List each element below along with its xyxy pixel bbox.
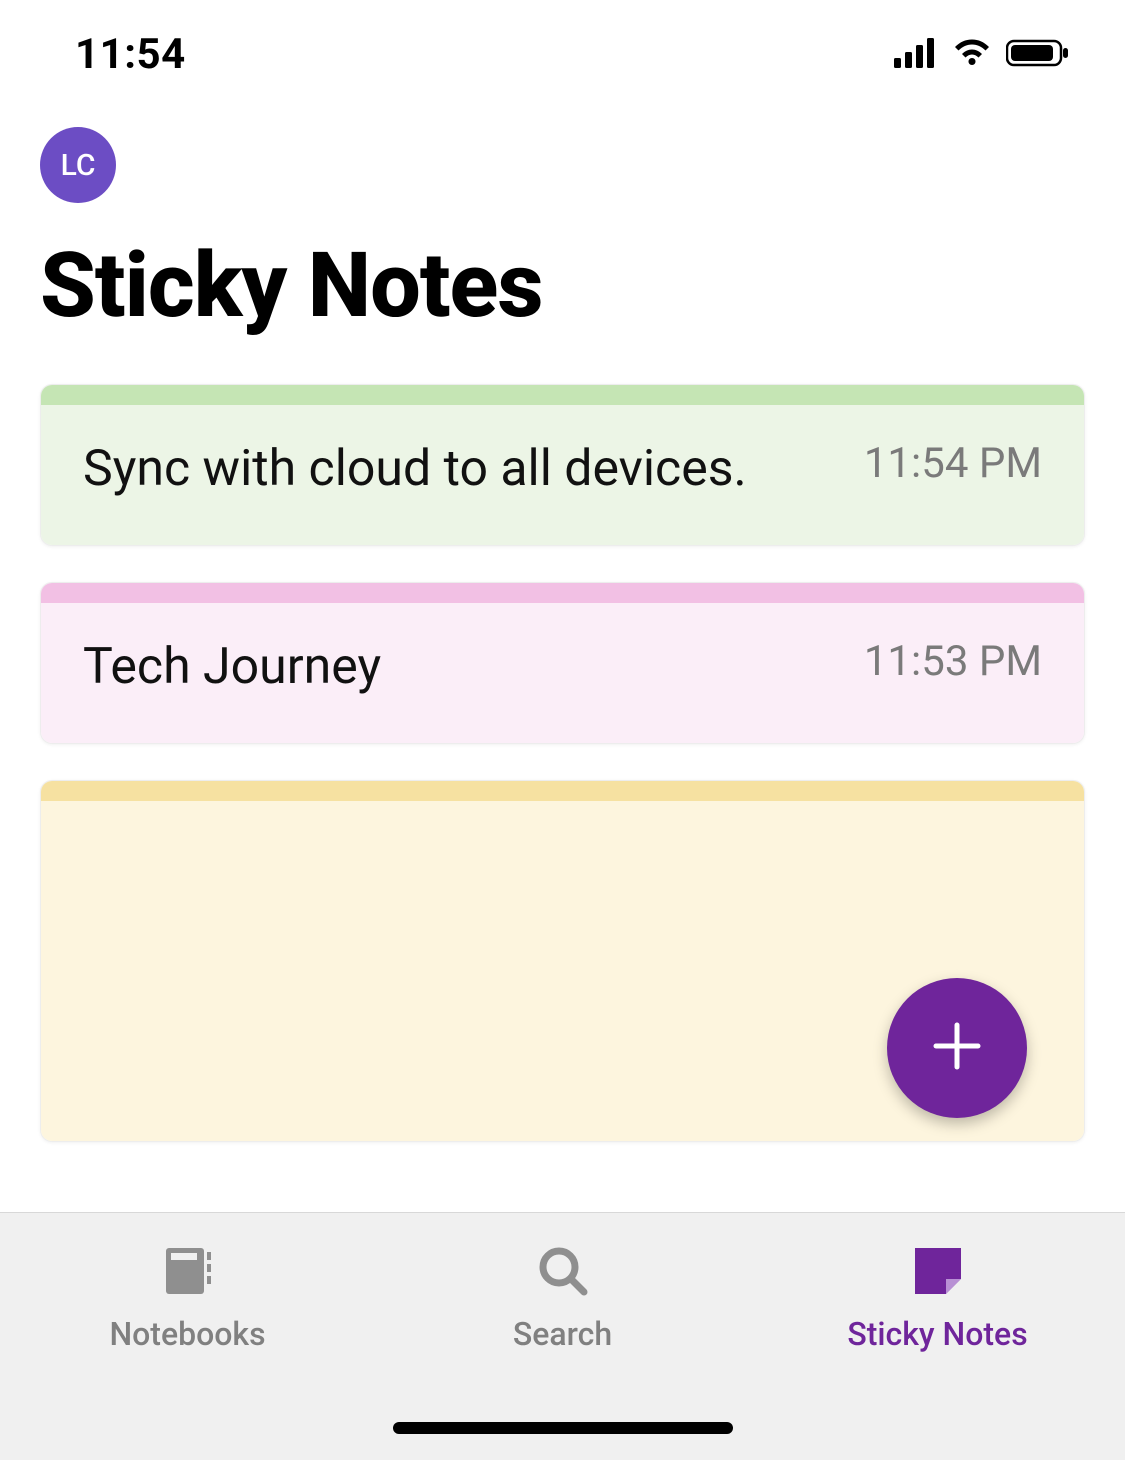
- note-text: Tech Journey: [83, 635, 834, 699]
- note-time: 11:53 PM: [864, 635, 1042, 686]
- wifi-icon: [952, 38, 992, 72]
- note-color-stripe: [41, 781, 1084, 801]
- plus-icon: [930, 1019, 984, 1077]
- page-title: Sticky Notes: [40, 233, 1085, 338]
- tab-sticky-notes[interactable]: Sticky Notes: [750, 1241, 1125, 1460]
- tab-notebooks[interactable]: Notebooks: [0, 1241, 375, 1460]
- cellular-icon: [894, 38, 938, 72]
- sticky-note-icon: [910, 1241, 966, 1301]
- search-icon: [534, 1241, 592, 1301]
- header: LC Sticky Notes: [0, 97, 1125, 362]
- note-card[interactable]: Sync with cloud to all devices. 11:54 PM: [40, 384, 1085, 546]
- home-indicator[interactable]: [393, 1422, 733, 1434]
- battery-icon: [1006, 38, 1070, 72]
- tab-label: Sticky Notes: [847, 1315, 1027, 1353]
- notebook-icon: [159, 1241, 217, 1301]
- status-bar: 11:54: [0, 0, 1125, 97]
- status-time: 11:54: [75, 30, 186, 79]
- status-icons: [894, 38, 1070, 72]
- note-card[interactable]: Tech Journey 11:53 PM: [40, 582, 1085, 744]
- avatar[interactable]: LC: [40, 127, 116, 203]
- add-note-button[interactable]: [887, 978, 1027, 1118]
- tab-label: Notebooks: [109, 1315, 265, 1353]
- note-text: Sync with cloud to all devices.: [83, 437, 834, 501]
- note-time: 11:54 PM: [864, 437, 1042, 488]
- note-color-stripe: [41, 583, 1084, 603]
- note-color-stripe: [41, 385, 1084, 405]
- tab-label: Search: [513, 1315, 612, 1353]
